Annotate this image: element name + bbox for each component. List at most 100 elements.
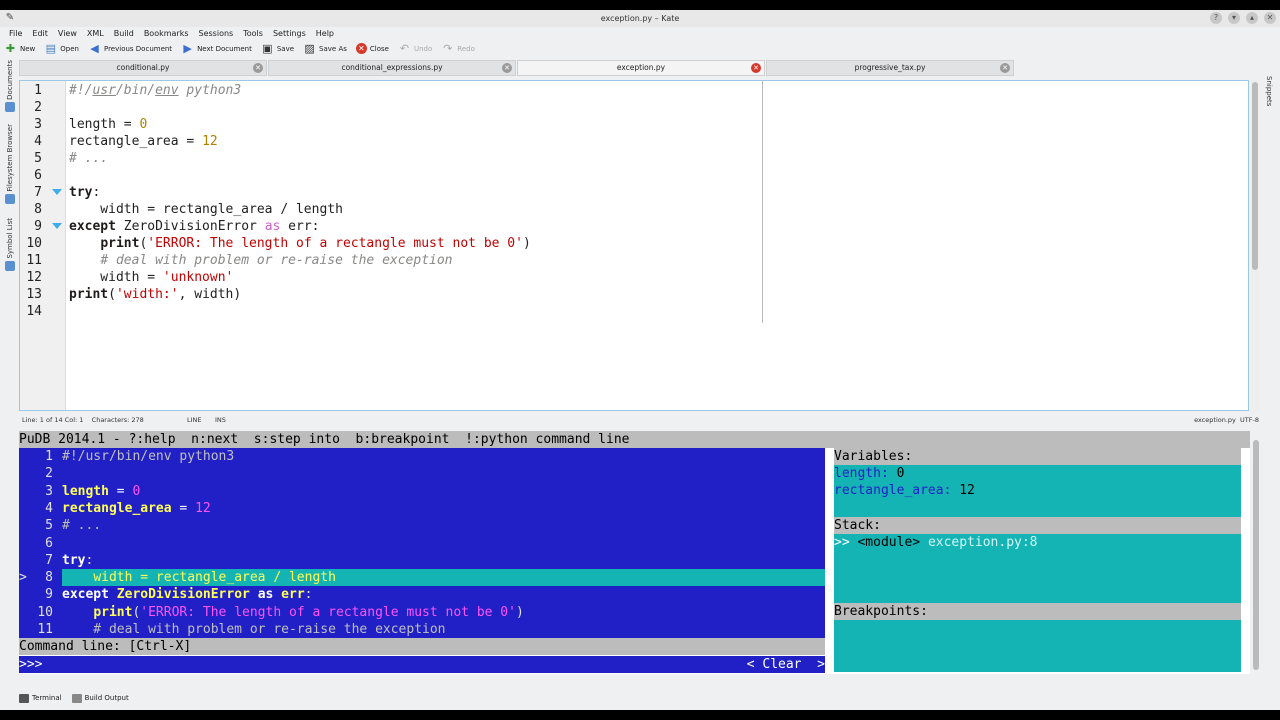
- title-bar: ✎ exception.py – Kate ? ▾ ▴ ✕: [0, 10, 1280, 27]
- pudb-header: PuDB 2014.1 - ?:help n:next s:step into …: [19, 431, 1250, 448]
- source-line: 4 rectangle_area = 12: [45, 500, 211, 516]
- pudb-right-pane: Variables: length: 0 rectangle_area: 12 …: [834, 448, 1241, 674]
- terminal-panel[interactable]: PuDB 2014.1 - ?:help n:next s:step into …: [19, 431, 1250, 674]
- tab-exception[interactable]: exception.py ✕: [517, 60, 765, 76]
- close-tab-icon[interactable]: ✕: [253, 63, 263, 73]
- menu-bookmarks[interactable]: Bookmarks: [139, 27, 194, 40]
- maximize-icon[interactable]: ▴: [1246, 12, 1258, 24]
- code-line: 2: [34, 100, 42, 115]
- tab-conditional-expressions[interactable]: conditional_expressions.py ✕: [268, 60, 516, 76]
- snippets-panel-tab[interactable]: Snippets: [1265, 76, 1273, 106]
- build-output-tab[interactable]: Build Output: [71, 691, 129, 705]
- code-line: 5 # ...: [34, 151, 109, 166]
- file-encoding[interactable]: exception.py UTF-8: [1194, 414, 1259, 426]
- menu-sessions[interactable]: Sessions: [194, 27, 239, 40]
- code-line: 14: [26, 304, 42, 319]
- insert-mode[interactable]: INS: [215, 414, 226, 426]
- open-folder-icon: ▤: [45, 42, 56, 55]
- editor-status-bar: Line: 1 of 14 Col: 1 Characters: 278 LIN…: [19, 414, 1261, 426]
- close-tab-icon[interactable]: ✕: [502, 63, 512, 73]
- close-button[interactable]: ✕ Close: [355, 43, 389, 54]
- filesystem-browser-panel-tab[interactable]: Filesystem Browser: [0, 124, 19, 204]
- new-document-icon: ✚: [5, 42, 16, 55]
- code-line: 3 length = 0: [34, 117, 148, 132]
- symbol-list-panel-tab[interactable]: Symbol List: [0, 218, 19, 271]
- menu-build[interactable]: Build: [109, 27, 139, 40]
- tab-conditional[interactable]: conditional.py ✕: [19, 60, 267, 76]
- close-document-icon: ✕: [355, 43, 367, 54]
- close-tab-icon[interactable]: ✕: [1000, 63, 1010, 73]
- breakpoints-header: Breakpoints:: [834, 603, 1241, 620]
- fold-marker-icon[interactable]: [52, 223, 62, 229]
- menu-tools[interactable]: Tools: [238, 27, 268, 40]
- fold-marker-icon[interactable]: [52, 189, 62, 195]
- arrow-left-icon: ◀: [90, 42, 99, 55]
- variables-header: Variables:: [834, 448, 1241, 465]
- terminal-icon: [19, 693, 29, 703]
- menu-help[interactable]: Help: [311, 27, 339, 40]
- pane-separator: [825, 448, 834, 674]
- prompt: >>>: [19, 657, 43, 672]
- scrollbar-thumb[interactable]: [1252, 82, 1258, 270]
- documents-panel-tab[interactable]: Documents: [0, 60, 19, 112]
- previous-document-button[interactable]: ◀ Previous Document: [88, 42, 172, 55]
- cursor-position: Line: 1 of 14 Col: 1 Characters: 278: [22, 416, 144, 424]
- variables-list[interactable]: length: 0 rectangle_area: 12: [834, 465, 1241, 517]
- save-icon: ▣: [262, 42, 273, 55]
- redo-button[interactable]: ↷ Redo: [441, 42, 475, 55]
- menu-edit[interactable]: Edit: [27, 27, 53, 40]
- terminal-tab[interactable]: Terminal: [19, 691, 62, 705]
- code-line: 4 rectangle_area = 12: [34, 134, 218, 149]
- undo-button[interactable]: ↶ Undo: [398, 42, 432, 55]
- save-as-icon: ▨: [304, 42, 315, 55]
- menu-view[interactable]: View: [53, 27, 82, 40]
- main-toolbar: ✚ New ▤ Open ◀ Previous Document ▶ Next Docu…: [0, 40, 484, 57]
- code-line: 9 except ZeroDivisionError as err:: [34, 219, 320, 234]
- menu-xml[interactable]: XML: [82, 27, 109, 40]
- code-line: 6: [34, 168, 42, 183]
- editor-scrollbar[interactable]: [1251, 80, 1259, 412]
- menu-settings[interactable]: Settings: [268, 27, 311, 40]
- command-line-input[interactable]: >>> < Clear >: [19, 656, 825, 673]
- help-icon[interactable]: ?: [1210, 12, 1222, 24]
- open-button[interactable]: ▤ Open: [44, 42, 79, 55]
- code-line: 1 #!/usr/bin/env python3: [34, 83, 242, 98]
- source-line: 1 #!/usr/bin/env python3: [45, 449, 235, 464]
- save-as-button[interactable]: ▨ Save As: [303, 42, 347, 55]
- minimize-icon[interactable]: ▾: [1228, 12, 1240, 24]
- source-line: 3 length = 0: [45, 483, 141, 499]
- breakpoints-list[interactable]: [834, 620, 1241, 672]
- code-line: 7 try:: [34, 185, 101, 200]
- selection-mode[interactable]: LINE: [187, 414, 202, 426]
- save-button[interactable]: ▣ Save: [261, 42, 294, 55]
- source-line: 11 # deal with problem or re-raise the e…: [37, 622, 446, 637]
- stack-frame[interactable]: >> <module> exception.py:8: [834, 534, 1241, 551]
- tab-progressive-tax[interactable]: progressive_tax.py ✕: [766, 60, 1014, 76]
- code-line: 8 width = rectangle_area / length: [34, 202, 343, 217]
- next-document-button[interactable]: ▶ Next Document: [181, 42, 252, 55]
- code-editor[interactable]: 1 #!/usr/bin/env python3 2 3 length = 0 4r…: [19, 80, 1249, 411]
- code-line: 10 print('ERROR: The length of a rectang…: [26, 236, 531, 251]
- source-line: 2: [45, 466, 53, 482]
- scrollbar-thumb[interactable]: [1253, 440, 1259, 670]
- bottom-tool-tabs: Terminal Build Output: [19, 691, 259, 705]
- close-window-icon[interactable]: ✕: [1264, 12, 1276, 24]
- stack-header: Stack:: [834, 517, 1241, 534]
- new-button[interactable]: ✚ New: [4, 42, 35, 55]
- source-line: 6: [45, 535, 53, 551]
- documents-icon: [4, 101, 15, 112]
- menu-bar: File Edit View XML Build Bookmarks Sessi…: [0, 27, 1280, 40]
- terminal-scrollbar[interactable]: [1252, 436, 1260, 676]
- code-line: 12 width = 'unknown': [26, 270, 234, 285]
- folder-icon: [4, 193, 15, 204]
- stack-list[interactable]: >> <module> exception.py:8: [834, 534, 1241, 603]
- clear-button[interactable]: < Clear >: [747, 656, 825, 673]
- variable-row[interactable]: length: 0: [834, 465, 1241, 482]
- variable-row[interactable]: rectangle_area: 12: [834, 482, 1241, 499]
- pudb-source-view[interactable]: 1 #!/usr/bin/env python3 2 3 length = 0 4r…: [19, 448, 825, 638]
- code-line: 13 print('width:', width): [26, 287, 242, 302]
- undo-icon: ↶: [399, 42, 410, 55]
- menu-file[interactable]: File: [4, 27, 27, 40]
- redo-icon: ↷: [443, 42, 453, 55]
- close-tab-icon[interactable]: ✕: [751, 63, 761, 73]
